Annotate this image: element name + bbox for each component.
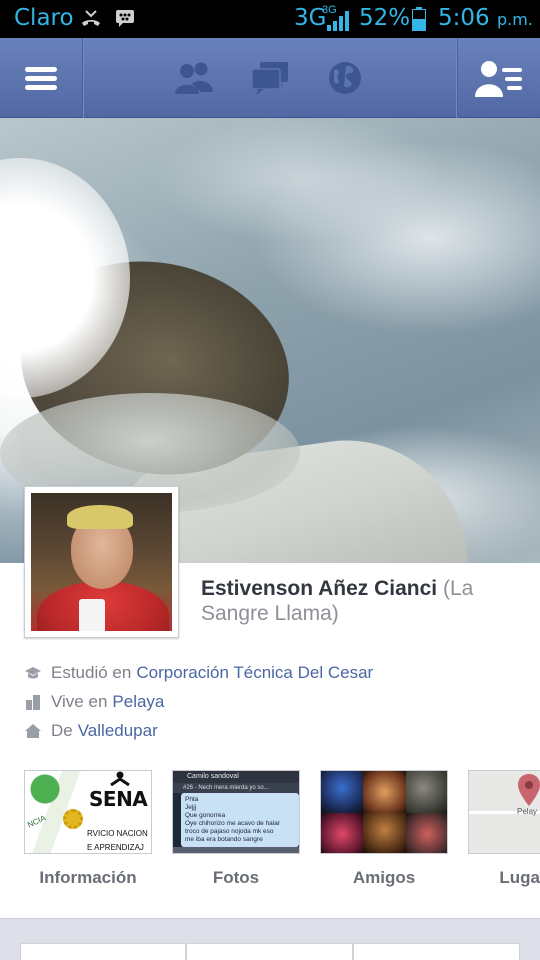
friend-thumb: [406, 813, 447, 853]
education-icon: [25, 667, 41, 679]
profile-picture-image: [31, 493, 172, 631]
friend-requests-icon[interactable]: [174, 60, 214, 96]
photo-chat-footer: [173, 847, 299, 853]
sena-subtext-1: RVICIO NACION: [87, 829, 148, 838]
tile-friends-label[interactable]: Amigos: [320, 868, 448, 888]
signal-icon: [327, 11, 349, 31]
profile-picture[interactable]: [24, 486, 179, 638]
tile-friends[interactable]: [320, 770, 448, 854]
photo-chat-header: Camilo sandoval: [173, 771, 299, 783]
bbm-chat-icon: [116, 10, 134, 27]
notifications-globe-icon[interactable]: [326, 60, 366, 96]
menu-icon: [25, 67, 57, 90]
clock: 5:06 p.m.: [438, 5, 533, 31]
photo-chat-subheader: #26 - Nech mera mierda yo so...: [173, 783, 299, 793]
friends-list-button[interactable]: [457, 38, 540, 118]
profile-full-name: Estivenson Añez Cianci: [201, 577, 438, 600]
profile-pic-phone: [79, 599, 105, 631]
friend-thumb: [321, 813, 363, 853]
map-label: Pelay: [517, 807, 538, 816]
info-hometown-prefix: De: [51, 721, 73, 740]
tile-photos-label[interactable]: Fotos: [172, 868, 300, 888]
sena-subtext-2: E APRENDIZAJ: [87, 843, 144, 852]
info-row-hometown: De Valledupar: [24, 719, 158, 743]
friend-thumb: [363, 771, 406, 813]
clock-ampm: p.m.: [496, 10, 533, 29]
chat-line: troco de pajaso nojoda mk eso: [185, 828, 274, 835]
chat-line: me iba era botando sangre: [185, 836, 263, 843]
city-icon: [26, 695, 40, 710]
action-button[interactable]: [20, 943, 186, 960]
tile-places[interactable]: Pelay: [468, 770, 540, 854]
info-education-prefix: Estudió en: [51, 663, 132, 682]
friend-thumb: [363, 813, 406, 853]
tile-information-label[interactable]: Información: [24, 868, 152, 888]
friend-thumb: [321, 771, 363, 813]
friends-list-icon: [475, 61, 522, 97]
status-bar: Claro 3G 3G 52% 5:06 p.m.: [0, 0, 540, 38]
profile-pic-hat: [67, 505, 133, 529]
gear-graphic: [63, 809, 83, 829]
tile-places-label[interactable]: Luga: [468, 868, 540, 888]
tile-photos[interactable]: Camilo sandoval #26 - Nech mera mierda y…: [172, 770, 300, 854]
sena-logo-figure-icon: [110, 771, 130, 787]
chat-line: Que gonorrea: [185, 812, 226, 819]
info-row-education: Estudió en Corporación Técnica Del Cesar: [24, 661, 373, 685]
bottom-section: [0, 918, 540, 960]
messages-icon[interactable]: [250, 60, 290, 96]
home-icon: [25, 724, 41, 738]
clock-time: 5:06: [438, 5, 490, 31]
action-button[interactable]: [353, 943, 520, 960]
chat-line: Phta: [185, 796, 199, 803]
sena-logo-text: SENA: [89, 787, 148, 811]
missed-call-icon: [82, 10, 100, 26]
info-hometown-link[interactable]: Valledupar: [78, 721, 158, 741]
chat-line: Oye chihorizo me acavo de halar: [185, 820, 281, 827]
carrier-label: Claro: [14, 5, 74, 31]
action-button[interactable]: [186, 943, 353, 960]
profile-name: Estivenson Añez Cianci (La Sangre Llama): [201, 576, 521, 626]
top-nav-bar: [0, 38, 540, 118]
info-city-link[interactable]: Pelaya: [112, 692, 164, 712]
chat-line: Jejjj: [185, 804, 197, 811]
info-row-city: Vive en Pelaya: [24, 690, 164, 714]
battery-percent: 52%: [359, 5, 411, 31]
photo-chat-bubble: Phta Jejjj Que gonorrea Oye chihorizo me…: [181, 793, 299, 847]
info-education-link[interactable]: Corporación Técnica Del Cesar: [136, 663, 373, 683]
info-city-prefix: Vive en: [51, 692, 108, 711]
tile-information[interactable]: NCIA SENA RVICIO NACION E APRENDIZAJ: [24, 770, 152, 854]
friend-thumb: [406, 771, 447, 813]
menu-button[interactable]: [0, 38, 83, 118]
battery-icon: [412, 7, 426, 31]
app-screen: Claro 3G 3G 52% 5:06 p.m. Estivenson Añe…: [0, 0, 540, 960]
map-pin-icon: [518, 774, 540, 806]
